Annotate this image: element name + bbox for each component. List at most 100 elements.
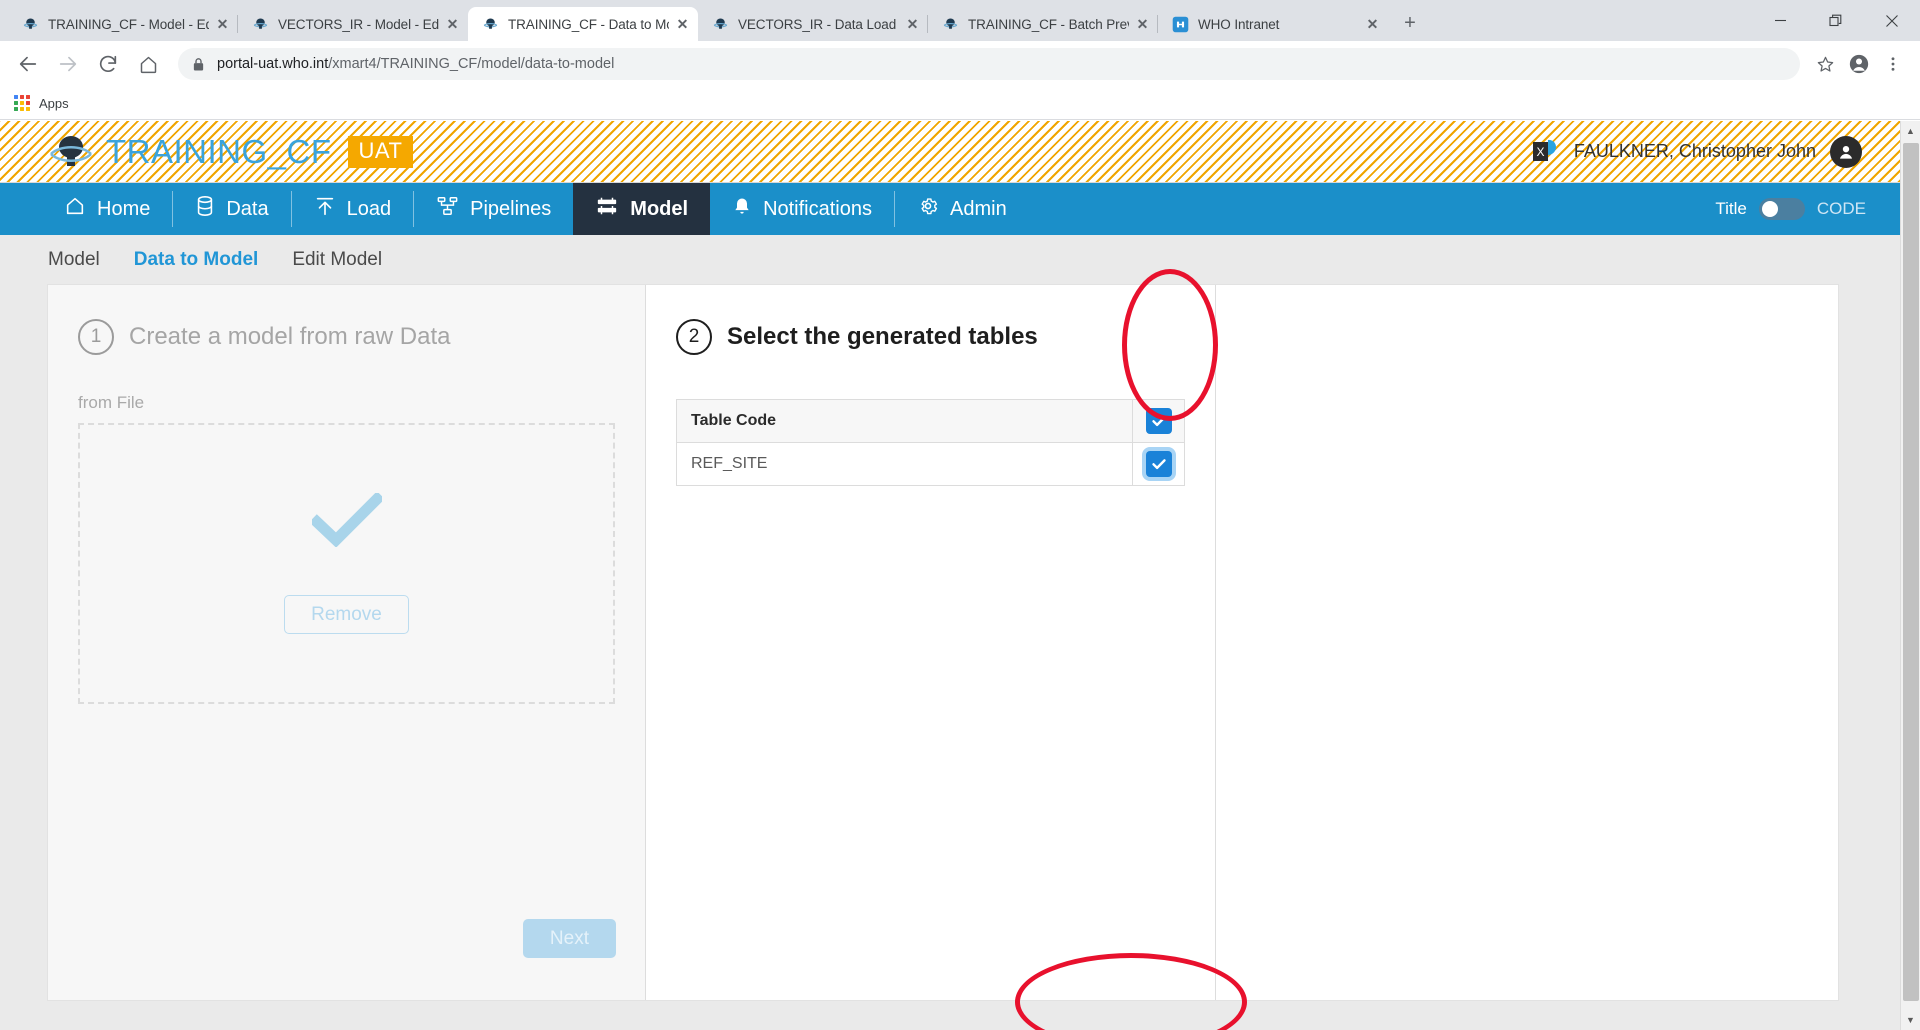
browser-tab[interactable]: VECTORS_IR - Model - Edit ✕ [237,7,468,41]
bookmarks-bar: Apps [0,87,1920,120]
browser-toolbar: portal-uat.who.int/xmart4/TRAINING_CF/mo… [0,41,1920,87]
scroll-down-arrow-icon[interactable]: ▼ [1901,1010,1920,1030]
close-icon[interactable]: ✕ [1363,15,1382,34]
profile-avatar-icon[interactable] [1842,47,1876,81]
svg-text:X: X [1536,145,1544,159]
page-scrollbar[interactable]: ▲ ▼ [1900,121,1920,1030]
close-icon[interactable] [1864,0,1920,41]
restore-icon[interactable] [1808,0,1864,41]
page-content: 1 Create a model from raw Data from File… [0,269,1900,1030]
browser-tab-title: TRAINING_CF - Data to Model [508,16,669,32]
nav-item-notifications[interactable]: Notifications [710,183,894,235]
window-controls [1752,0,1920,41]
browser-tab-title: TRAINING_CF - Model - Edit [48,16,209,32]
toggle-label-title: Title [1715,199,1747,218]
apps-grid-icon[interactable] [14,95,30,111]
browser-tab[interactable]: TRAINING_CF - Model - Edit ✕ [8,7,238,41]
nav-item-home[interactable]: Home [42,183,172,235]
main-navigation: Home Data Load Pipelines Model Notificat… [0,183,1900,235]
nav-item-data[interactable]: Data [173,183,290,235]
gear-icon [917,195,939,223]
browser-tab[interactable]: VECTORS_IR - Data Load ✕ [698,7,928,41]
user-name-label: FAULKNER, Christopher John [1573,141,1816,161]
browser-tab-title: TRAINING_CF - Batch Preview [968,16,1129,32]
cell-row-select[interactable] [1132,442,1185,486]
bookmark-apps-label[interactable]: Apps [39,96,69,111]
url-host: portal-uat.who.int [217,56,329,72]
header-right-group: X FAULKNER, Christopher John [1532,135,1900,168]
excel-export-icon[interactable]: X [1532,137,1560,167]
scrollbar-thumb[interactable] [1903,143,1919,1001]
sub-navigation: Model Data to Model Edit Model [0,235,1900,285]
xmart-logo-icon [48,132,94,172]
minimize-icon[interactable] [1752,0,1808,41]
xmart-icon [942,16,959,33]
subnav-item-model[interactable]: Model [48,249,100,271]
pipeline-icon [436,195,459,223]
column-header-select-all[interactable] [1132,399,1185,443]
page-title: TRAINING_CF [106,132,332,170]
subnav-item-data-to-model[interactable]: Data to Model [134,249,259,271]
toggle-knob [1761,201,1778,217]
nav-item-load[interactable]: Load [292,183,414,235]
url-path: /xmart4/TRAINING_CF/model/data-to-model [328,56,615,72]
environment-badge: UAT [347,135,414,168]
address-bar[interactable]: portal-uat.who.int/xmart4/TRAINING_CF/mo… [178,48,1800,80]
toggle-label-code: CODE [1816,199,1866,218]
star-icon[interactable] [1808,47,1842,81]
back-arrow-icon[interactable] [10,46,46,82]
browser-tab[interactable]: WHO Intranet ✕ [1157,7,1388,41]
title-code-toggle[interactable] [1758,198,1805,220]
nav-item-model[interactable]: Model [573,183,711,235]
user-avatar-icon[interactable] [1830,135,1862,168]
file-dropzone[interactable]: Remove [78,423,615,704]
nav-label: Home [97,197,151,220]
subnav-item-edit-model[interactable]: Edit Model [292,249,382,271]
select-all-checkbox[interactable] [1145,408,1172,434]
step-2-title: Select the generated tables [727,323,1038,350]
table-row[interactable]: REF_SITE [676,442,1185,486]
nav-label: Admin [950,197,1007,220]
browser-tab[interactable]: TRAINING_CF - Batch Preview ✕ [927,7,1158,41]
table-header: Table Code [676,399,1185,443]
step-1-next-button: Next [522,919,616,958]
home-icon[interactable] [130,46,166,82]
close-icon[interactable]: ✕ [1133,15,1152,34]
xmart-icon [482,16,499,33]
app-header: TRAINING_CF UAT X FAULKNER, Christopher … [0,121,1900,183]
three-dot-menu-icon[interactable] [1876,47,1910,81]
scroll-up-arrow-icon[interactable]: ▲ [1901,121,1920,141]
step-1-header: 1 Create a model from raw Data [78,319,615,355]
upload-arrow-icon [314,195,336,223]
remove-file-button[interactable]: Remove [284,595,409,634]
app-brand[interactable]: TRAINING_CF UAT [0,132,414,172]
page-viewport: TRAINING_CF UAT X FAULKNER, Christopher … [0,121,1920,1030]
close-icon[interactable]: ✕ [903,15,922,34]
reload-icon[interactable] [90,46,126,82]
check-mark-icon [308,491,385,548]
nav-item-pipelines[interactable]: Pipelines [414,183,573,235]
xmart-icon [22,16,39,33]
close-icon[interactable]: ✕ [213,15,232,34]
wizard-step-1: 1 Create a model from raw Data from File… [48,285,646,1000]
wizard-step-2: 2 Select the generated tables Table Code [646,285,1784,1000]
database-icon [195,195,215,223]
nav-label: Load [346,197,392,220]
new-tab-button[interactable]: + [1396,9,1424,37]
close-icon[interactable]: ✕ [443,15,462,34]
bell-icon [732,195,752,223]
step-1-number: 1 [78,319,114,355]
from-file-label: from File [78,393,145,412]
row-checkbox[interactable] [1145,451,1172,477]
xmart-application: TRAINING_CF UAT X FAULKNER, Christopher … [0,121,1900,1030]
column-header-table-code: Table Code [676,399,1133,443]
data-to-model-wizard: 1 Create a model from raw Data from File… [48,285,1838,1000]
browser-tab-active[interactable]: TRAINING_CF - Data to Model ✕ [468,7,698,41]
xmart-icon [252,16,269,33]
forward-arrow-icon [50,46,86,82]
title-code-toggle-group: Title CODE [1715,183,1900,235]
close-icon[interactable]: ✕ [673,15,692,34]
home-icon [64,195,86,223]
nav-item-admin[interactable]: Admin [895,183,1029,235]
browser-tab-title: VECTORS_IR - Model - Edit [278,16,439,32]
